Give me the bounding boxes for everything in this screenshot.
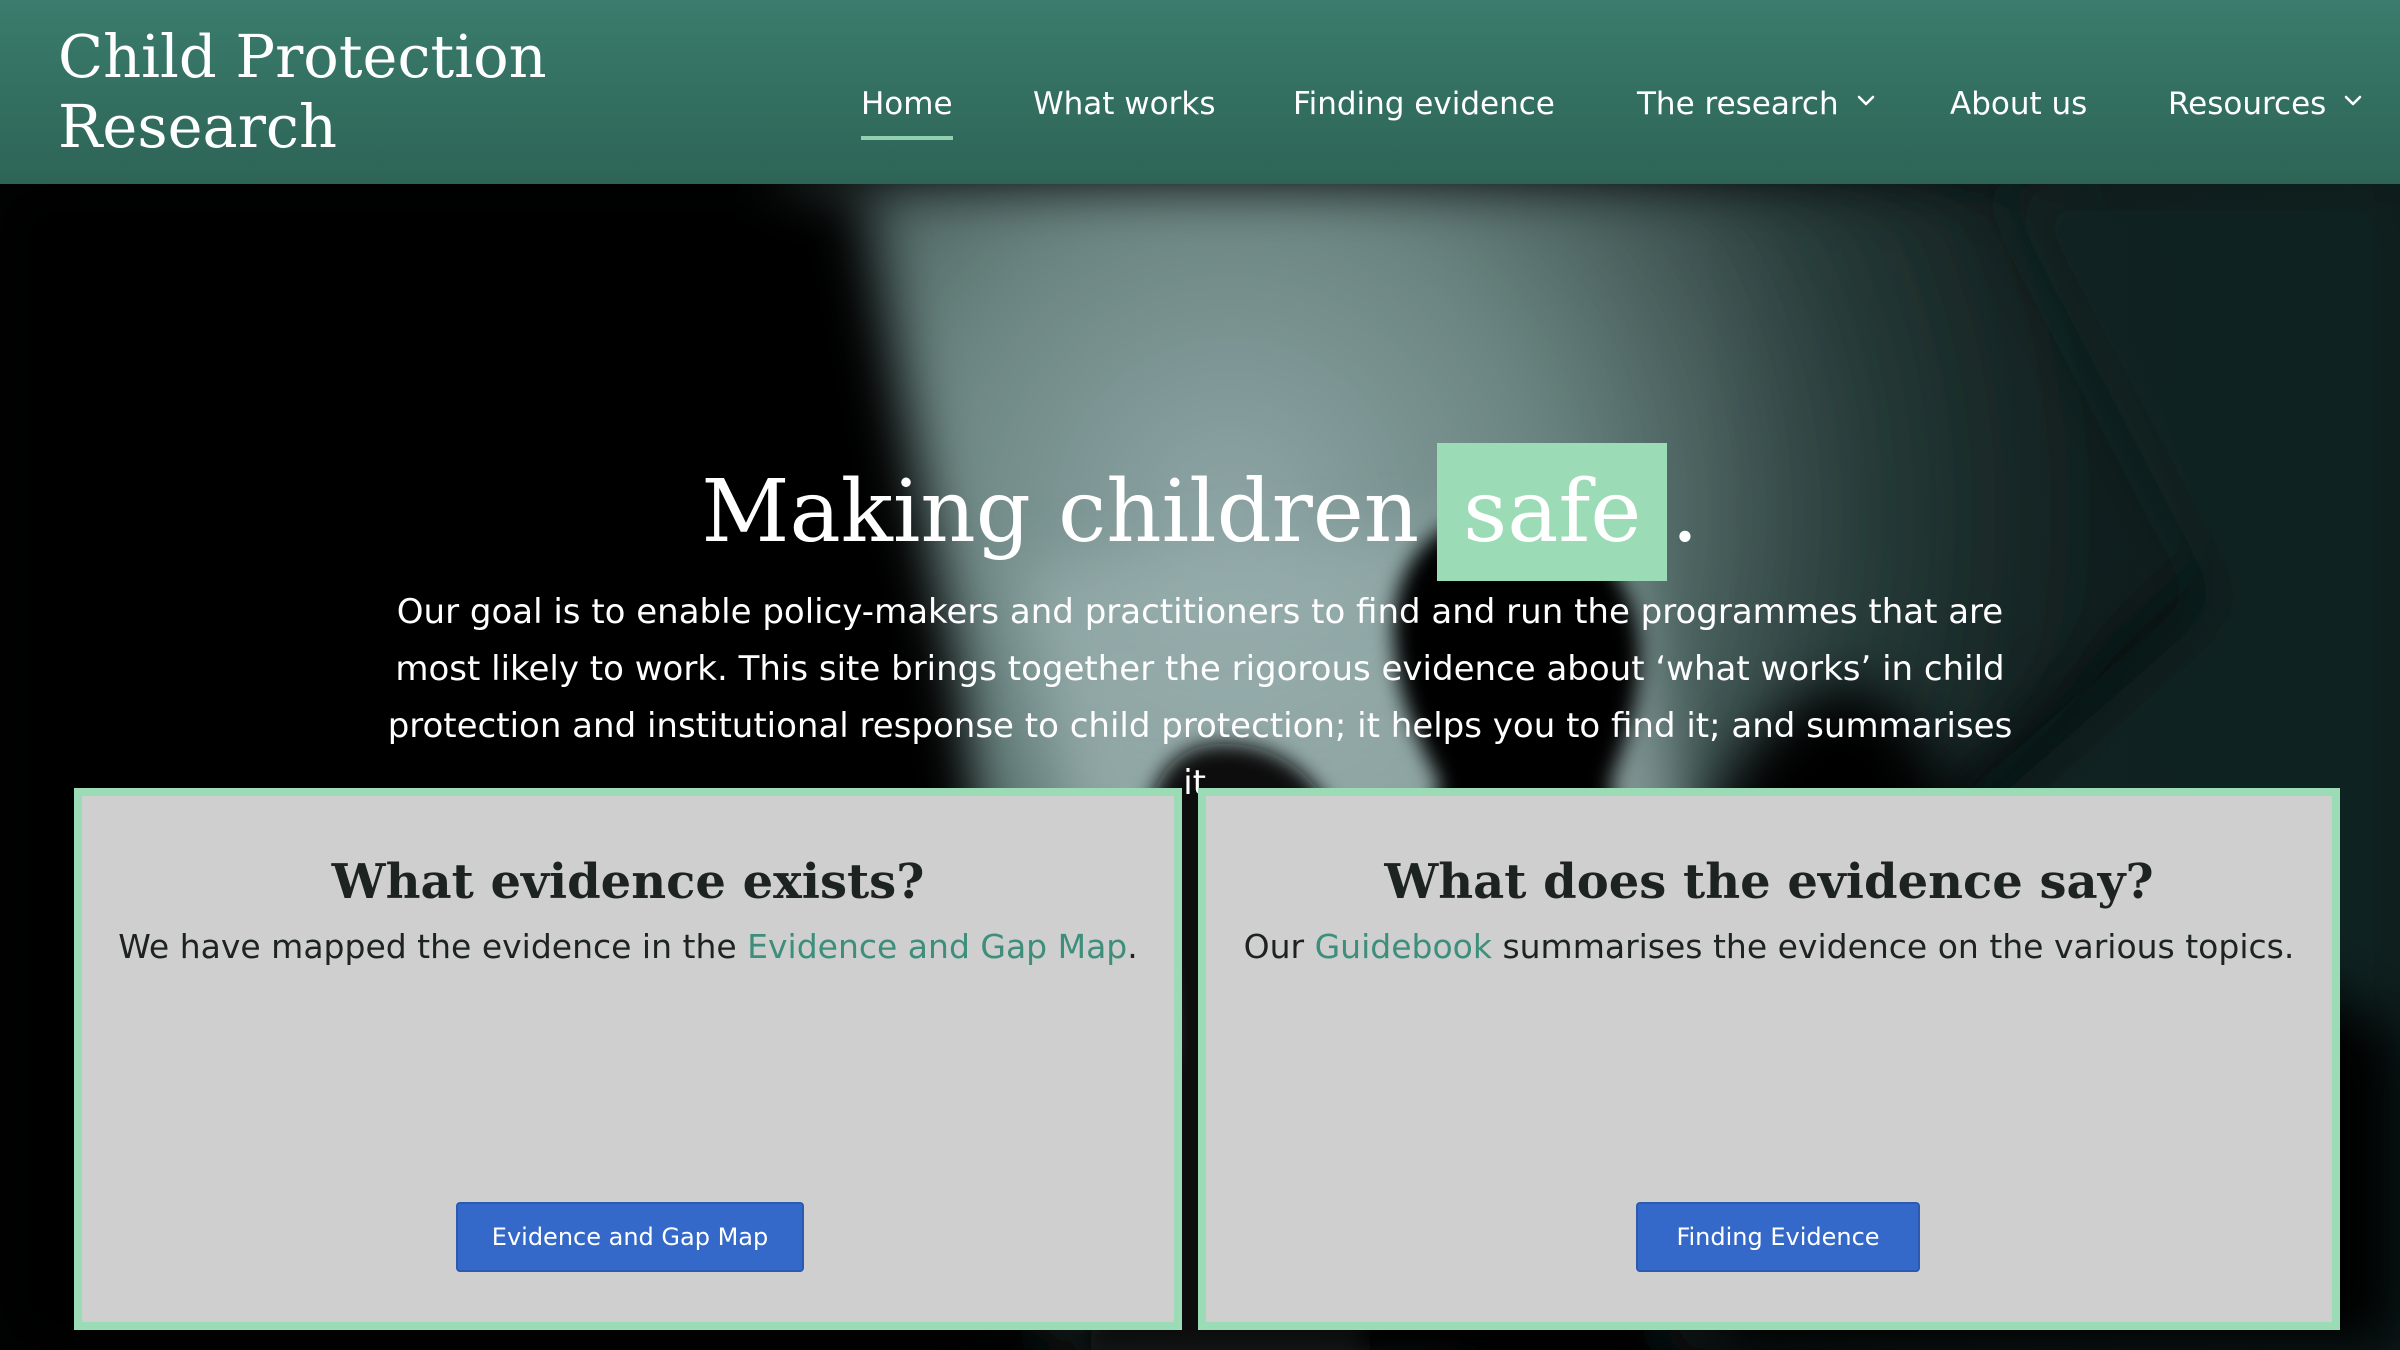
site-header: Child Protection Research Home What work… [0,0,2400,184]
card-text-before: Our [1243,927,1315,966]
nav-the-research-label: The research [1637,86,1839,122]
card-title: What does the evidence say? [1384,854,2154,910]
card-text-after: summarises the evidence on the various t… [1491,927,2295,966]
card-text: Our Guidebook summarises the evidence on… [1206,924,2332,970]
nav-what-works[interactable]: What works [1033,86,1215,142]
site-logo[interactable]: Child Protection Research [58,22,618,162]
nav-finding-evidence-label: Finding evidence [1293,86,1555,122]
nav-home-label: Home [861,86,953,122]
evidence-says-card: What does the evidence say? Our Guideboo… [1198,788,2340,1330]
nav-resources[interactable]: Resources [2168,86,2364,142]
hero-title-period: . [1671,461,1699,562]
hero-description: Our goal is to enable policy-makers and … [387,592,2013,803]
nav-finding-evidence[interactable]: Finding evidence [1293,86,1555,142]
card-title: What evidence exists? [331,854,925,910]
finding-evidence-button[interactable]: Finding Evidence [1636,1202,1920,1272]
nav-the-research[interactable]: The research [1637,86,1877,142]
hero-title-highlight: safe [1437,442,1668,581]
evidence-gap-map-button[interactable]: Evidence and Gap Map [456,1202,804,1272]
nav-resources-label: Resources [2168,86,2327,122]
nav-home[interactable]: Home [861,86,953,142]
nav-about-us[interactable]: About us [1950,86,2087,142]
nav-what-works-label: What works [1033,86,1216,122]
hero-title-text: Making children [701,461,1420,562]
evidence-gap-map-link[interactable]: Evidence and Gap Map [747,927,1127,966]
evidence-exists-card: What evidence exists? We have mapped the… [74,788,1182,1330]
card-text-before: We have mapped the evidence in the [118,927,748,966]
guidebook-link[interactable]: Guidebook [1315,927,1492,966]
hero-title: Making children safe. [0,442,2400,582]
chevron-down-icon [2345,95,2362,106]
card-text-after: . [1127,927,1138,966]
chevron-down-icon [1857,95,1874,106]
nav-about-us-label: About us [1950,86,2088,122]
card-text: We have mapped the evidence in the Evide… [82,924,1174,970]
